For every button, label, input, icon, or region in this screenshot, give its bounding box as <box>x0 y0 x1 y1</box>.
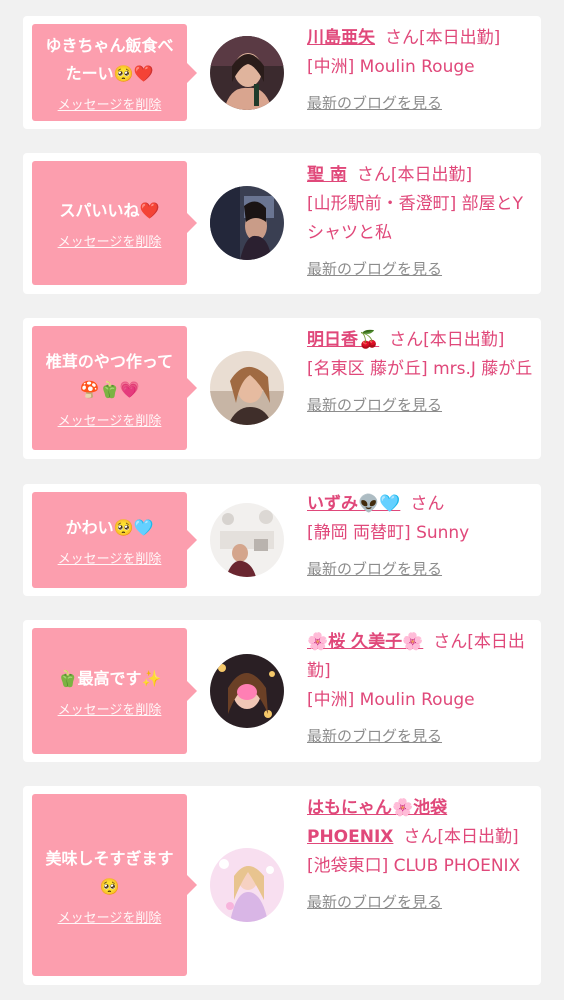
message-card: 美味しそすぎます 🥺 メッセージを削除 はもにゃん🌸池袋PHOENIX さん[本日… <box>23 786 541 985</box>
message-list: ゆきちゃん飯食べ たーい🥺❤️ メッセージを削除 川島亜矢 さん[本日出勤] [中… <box>0 0 564 1000</box>
delete-message-link[interactable]: メッセージを削除 <box>58 548 162 567</box>
message-text: 🫑最高です✨ <box>58 665 162 693</box>
message-line: 🍄🫑💗 <box>79 379 140 399</box>
avatar[interactable] <box>210 186 284 260</box>
cast-name-link[interactable]: 聖 南 <box>307 165 347 185</box>
cast-info: 🌸桜 久美子🌸 さん[本日出勤] [中洲] Moulin Rouge 最新のブログ… <box>307 628 533 751</box>
delete-message-link[interactable]: メッセージを削除 <box>58 231 162 250</box>
message-bubble: かわい🥺🩵 メッセージを削除 <box>32 492 197 588</box>
message-line: ゆきちゃん飯食べ <box>45 36 174 55</box>
latest-blog-link[interactable]: 最新のブログを見る <box>307 722 533 751</box>
avatar[interactable] <box>210 848 284 922</box>
shop-info: [名東区 藤が丘] mrs.J 藤が丘 <box>307 359 533 379</box>
message-text: ゆきちゃん飯食べ たーい🥺❤️ <box>45 32 173 88</box>
shop-info: [山形駅前・香澄町] 部屋とYシャツと私 <box>307 194 524 243</box>
message-card: ゆきちゃん飯食べ たーい🥺❤️ メッセージを削除 川島亜矢 さん[本日出勤] [中… <box>23 16 541 129</box>
cast-status: さん[本日出勤] <box>385 28 501 48</box>
delete-message-link[interactable]: メッセージを削除 <box>58 907 162 926</box>
delete-message-link[interactable]: メッセージを削除 <box>58 94 162 113</box>
delete-message-link[interactable]: メッセージを削除 <box>58 699 162 718</box>
cast-name-link[interactable]: 🌸桜 久美子🌸 <box>307 632 423 652</box>
message-line: 美味しそすぎます <box>45 848 174 868</box>
latest-blog-link[interactable]: 最新のブログを見る <box>307 89 533 118</box>
message-line: 🥺 <box>99 876 120 896</box>
message-text: スパいいね❤️ <box>60 197 160 225</box>
cast-status: さん[本日出勤] <box>356 165 473 185</box>
message-card: かわい🥺🩵 メッセージを削除 いずみ👽🩵 さん [静岡 両替町] Sunny 最新… <box>23 484 541 596</box>
avatar[interactable] <box>210 351 284 425</box>
latest-blog-link[interactable]: 最新のブログを見る <box>307 888 533 917</box>
cast-name-link[interactable]: 明日香🍒 <box>307 330 379 350</box>
shop-info: [池袋東口] CLUB PHOENIX <box>307 856 521 876</box>
latest-blog-link[interactable]: 最新のブログを見る <box>307 255 533 284</box>
avatar[interactable] <box>210 36 284 110</box>
cast-status: さん <box>410 494 445 514</box>
cast-info: いずみ👽🩵 さん [静岡 両替町] Sunny 最新のブログを見る <box>307 490 533 584</box>
cast-info: 川島亜矢 さん[本日出勤] [中洲] Moulin Rouge 最新のブログを見る <box>307 24 533 118</box>
latest-blog-link[interactable]: 最新のブログを見る <box>307 555 533 584</box>
message-line: スパいいね❤️ <box>59 200 160 220</box>
message-bubble: 🫑最高です✨ メッセージを削除 <box>32 628 197 754</box>
shop-info: [中洲] Moulin Rouge <box>307 57 475 77</box>
cast-name-link[interactable]: 川島亜矢 <box>307 28 375 48</box>
shop-info: [中洲] Moulin Rouge <box>307 690 475 710</box>
message-text: 美味しそすぎます 🥺 <box>45 845 173 901</box>
avatar[interactable] <box>210 503 284 577</box>
message-card: 椎茸のやつ作って 🍄🫑💗 メッセージを削除 明日香🍒 さん[本日出勤] [名東区 … <box>23 318 541 459</box>
message-text: 椎茸のやつ作って 🍄🫑💗 <box>46 348 173 404</box>
cast-info: 明日香🍒 さん[本日出勤] [名東区 藤が丘] mrs.J 藤が丘 最新のブログを… <box>307 326 533 420</box>
message-line: 🫑最高です✨ <box>57 668 162 688</box>
message-card: 🫑最高です✨ メッセージを削除 🌸桜 久美子🌸 さん[本日出勤] [中洲] Mou… <box>23 620 541 762</box>
message-line: たーい🥺❤️ <box>65 64 154 83</box>
message-bubble: ゆきちゃん飯食べ たーい🥺❤️ メッセージを削除 <box>32 24 197 121</box>
message-line: 椎茸のやつ作って <box>45 351 174 371</box>
cast-status: さん[本日出勤] <box>403 827 519 847</box>
message-card: スパいいね❤️ メッセージを削除 聖 南さん[本日出勤] [山形駅前・香澄町] … <box>23 153 541 294</box>
message-bubble: 椎茸のやつ作って 🍄🫑💗 メッセージを削除 <box>32 326 197 450</box>
message-bubble: 美味しそすぎます 🥺 メッセージを削除 <box>32 794 197 976</box>
avatar[interactable] <box>210 654 284 728</box>
message-bubble: スパいいね❤️ メッセージを削除 <box>32 161 197 285</box>
message-text: かわい🥺🩵 <box>66 514 154 542</box>
shop-info: [静岡 両替町] Sunny <box>307 523 470 543</box>
latest-blog-link[interactable]: 最新のブログを見る <box>307 391 533 420</box>
cast-info: はもにゃん🌸池袋PHOENIX さん[本日出勤] [池袋東口] CLUB PHOE… <box>307 794 533 917</box>
cast-info: 聖 南さん[本日出勤] [山形駅前・香澄町] 部屋とYシャツと私 最新のブログを… <box>307 161 533 284</box>
cast-status: さん[本日出勤] <box>389 330 505 350</box>
cast-name-link[interactable]: いずみ👽🩵 <box>307 494 400 514</box>
message-line: かわい🥺🩵 <box>65 517 154 537</box>
delete-message-link[interactable]: メッセージを削除 <box>58 410 162 429</box>
